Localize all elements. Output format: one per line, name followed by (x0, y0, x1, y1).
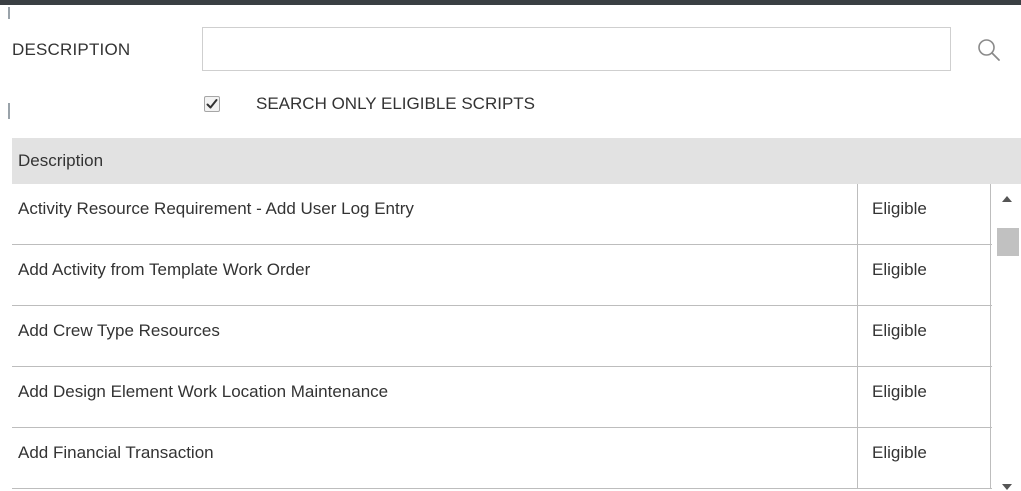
scripts-grid: Description Activity Resource Requiremen… (12, 138, 1021, 491)
description-search-row: DESCRIPTION (12, 24, 1021, 74)
description-label: DESCRIPTION (12, 40, 131, 59)
left-edge (0, 5, 11, 491)
table-row[interactable]: Activity Resource Requirement - Add User… (12, 184, 992, 245)
row-status: Eligible (872, 443, 927, 462)
edge-tick (8, 103, 10, 119)
description-cell: Add Design Element Work Location Mainten… (12, 367, 858, 427)
row-status: Eligible (872, 321, 927, 340)
table-row[interactable]: Add Activity from Template Work Order El… (12, 245, 992, 306)
search-icon[interactable] (976, 37, 1002, 63)
top-border (0, 0, 1021, 5)
description-cell: Add Crew Type Resources (12, 306, 858, 366)
status-cell: Eligible (859, 306, 991, 366)
status-cell: Eligible (859, 184, 991, 244)
script-search-dialog: DESCRIPTION SEARCH ONLY ELIGIBLE SCRIPTS… (0, 0, 1021, 491)
description-cell: Activity Resource Requirement - Add User… (12, 184, 858, 244)
row-status: Eligible (872, 382, 927, 401)
vertical-scrollbar[interactable] (993, 184, 1021, 491)
row-description: Add Design Element Work Location Mainten… (18, 382, 389, 401)
eligible-only-label[interactable]: SEARCH ONLY ELIGIBLE SCRIPTS (256, 94, 535, 114)
description-cell: Add Activity from Template Work Order (12, 245, 858, 305)
row-description: Add Crew Type Resources (18, 321, 220, 340)
status-cell: Eligible (859, 245, 991, 305)
eligible-only-checkbox[interactable] (204, 96, 220, 112)
column-header-description[interactable]: Description (18, 151, 103, 171)
row-status: Eligible (872, 260, 927, 279)
edge-tick (8, 7, 10, 19)
row-description: Add Activity from Template Work Order (18, 260, 311, 279)
description-cell: Add Financial Transaction (12, 428, 858, 488)
status-cell: Eligible (859, 428, 991, 488)
grid-header: Description (12, 138, 1021, 184)
row-description: Add Financial Transaction (18, 443, 214, 462)
table-row[interactable]: Add Design Element Work Location Mainten… (12, 367, 992, 428)
description-input[interactable] (202, 27, 951, 71)
row-description: Activity Resource Requirement - Add User… (18, 199, 414, 218)
scroll-up-arrow-icon[interactable] (1002, 196, 1012, 202)
scroll-thumb[interactable] (997, 228, 1019, 256)
scroll-down-arrow-icon[interactable] (1002, 484, 1012, 490)
status-cell: Eligible (859, 367, 991, 427)
table-row[interactable]: Add Financial Transaction Eligible (12, 428, 992, 489)
row-status: Eligible (872, 199, 927, 218)
grid-rows: Activity Resource Requirement - Add User… (12, 184, 992, 489)
checkmark-icon (206, 99, 218, 109)
table-row[interactable]: Add Crew Type Resources Eligible (12, 306, 992, 367)
